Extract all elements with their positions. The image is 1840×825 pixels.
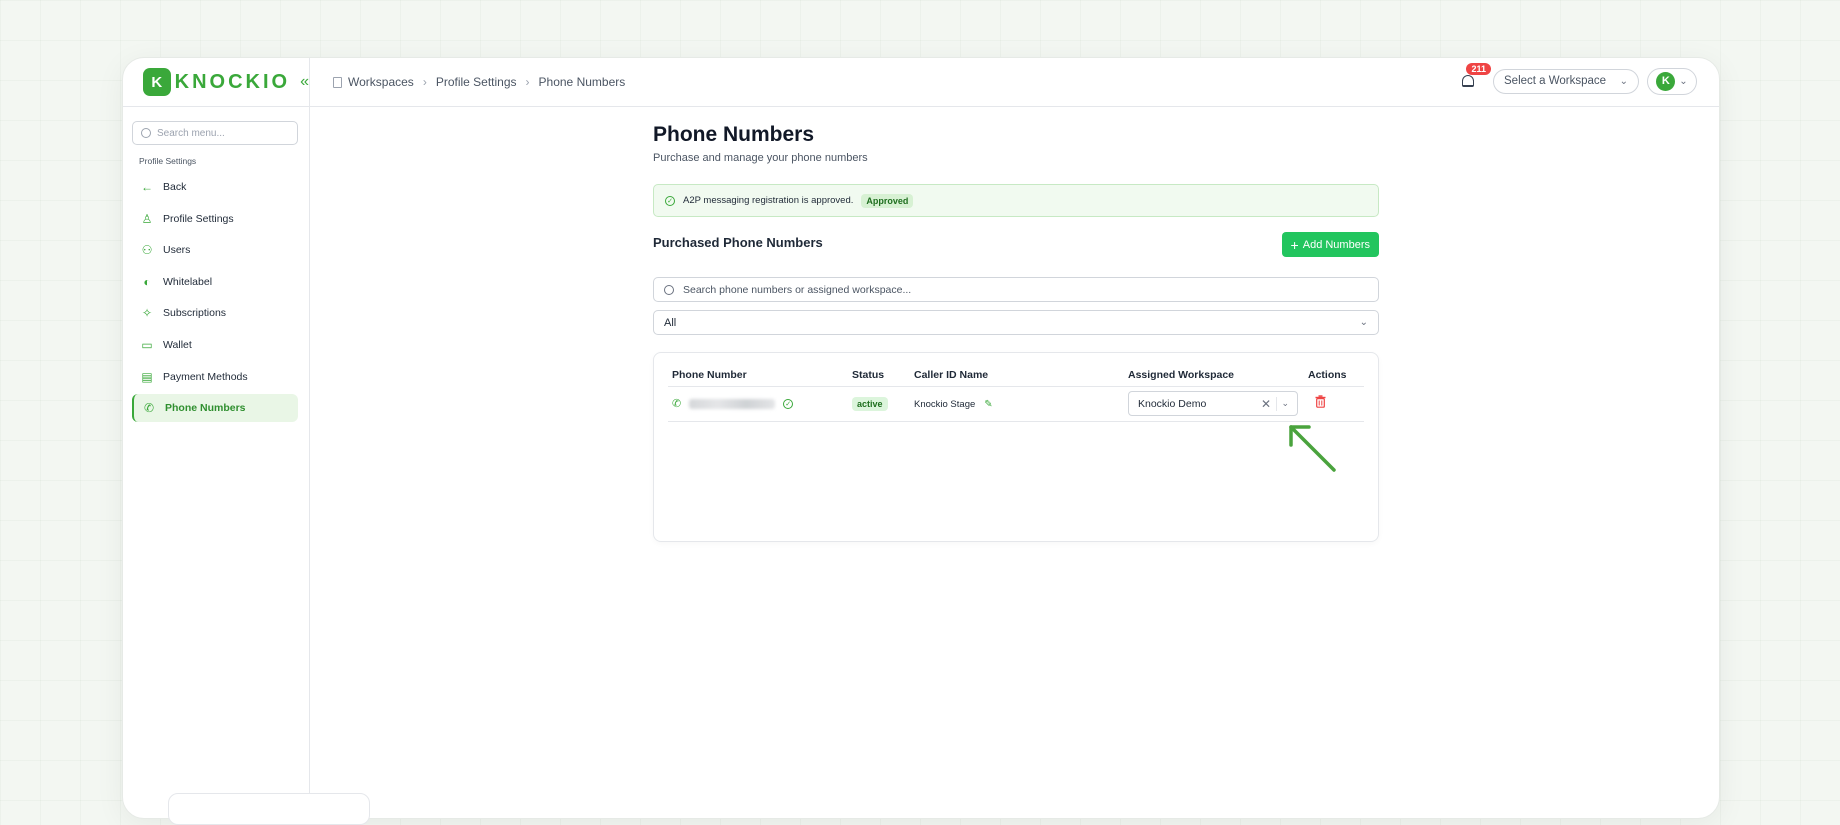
edit-pencil-icon[interactable]: ✎ [984, 399, 992, 410]
sidebar-divider [309, 58, 310, 818]
section-title: Purchased Phone Numbers [653, 235, 823, 250]
alert-text: A2P messaging registration is approved. [683, 195, 854, 206]
status-filter-select[interactable]: All ⌄ [653, 310, 1379, 335]
chevron-down-icon: ⌄ [1679, 75, 1688, 87]
phone-search-input[interactable]: Search phone numbers or assigned workspa… [653, 277, 1379, 302]
user-icon: ♙ [141, 211, 153, 226]
caller-id-name: Knockio Stage [914, 399, 976, 410]
column-header-caller-id: Caller ID Name [914, 369, 989, 381]
sidebar-item-label: Payment Methods [163, 370, 248, 383]
column-header-phone-number: Phone Number [672, 369, 747, 381]
sidebar-nav: ← Back ♙ Profile Settings ⚇ Users ◐ Whit… [132, 173, 298, 426]
sidebar-item-label: Profile Settings [163, 212, 234, 225]
logo-text: KNOCKIO [174, 70, 291, 93]
chevron-down-icon: ⌄ [1619, 75, 1628, 87]
check-circle-icon: ✓ [665, 195, 675, 206]
bell-icon [1462, 75, 1474, 87]
add-numbers-button[interactable]: + Add Numbers [1281, 232, 1379, 257]
page-subtitle: Purchase and manage your phone numbers [653, 152, 868, 164]
table-row: ✆ ✓ [672, 397, 801, 410]
breadcrumb: Workspaces › Profile Settings › Phone Nu… [333, 58, 625, 106]
filter-value: All [664, 316, 677, 329]
sidebar-item-label: Users [163, 244, 191, 257]
column-header-status: Status [852, 369, 885, 381]
column-header-assigned-workspace: Assigned Workspace [1128, 369, 1235, 381]
sidebar-item-label: Subscriptions [163, 307, 227, 320]
wallet-icon: ▭ [141, 337, 153, 352]
sidebar: Search menu... Profile Settings ← Back ♙… [123, 107, 309, 807]
header-divider [123, 106, 1719, 107]
column-header-actions: Actions [1308, 369, 1347, 381]
sidebar-item-back[interactable]: ← Back [132, 173, 298, 201]
breadcrumb-workspaces[interactable]: Workspaces [348, 75, 414, 89]
chevron-down-icon[interactable]: ⌄ [1281, 398, 1289, 409]
phone-icon: ✆ [143, 401, 155, 416]
sidebar-item-label: Wallet [163, 338, 192, 351]
assigned-workspace-value: Knockio Demo [1138, 397, 1207, 410]
avatar: K [1656, 71, 1676, 91]
page-title: Phone Numbers [653, 123, 815, 146]
caller-id-cell: Knockio Stage ✎ [914, 399, 993, 410]
chevron-right-icon: › [525, 75, 530, 89]
phone-icon: ✆ [672, 398, 682, 410]
brand: K KNOCKIO « [123, 58, 309, 106]
workspace-select[interactable]: Select a Workspace ⌄ [1493, 68, 1639, 94]
breadcrumb-profile-settings[interactable]: Profile Settings [436, 75, 517, 89]
sidebar-item-wallet[interactable]: ▭ Wallet [132, 331, 298, 359]
workspace-select-label: Select a Workspace [1504, 75, 1607, 87]
plus-icon: + [1290, 236, 1299, 253]
delete-trash-icon[interactable] [1315, 395, 1326, 408]
notification-badge: 211 [1466, 63, 1491, 75]
sidebar-item-subscriptions[interactable]: ✧ Subscriptions [132, 299, 298, 327]
palette-icon: ◐ [143, 274, 151, 289]
redacted-phone-number [689, 398, 776, 409]
logo-icon: K [143, 68, 171, 96]
header-actions: 211 Select a Workspace ⌄ K ⌄ [1455, 63, 1697, 95]
sidebar-search-input[interactable]: Search menu... [132, 121, 298, 145]
approved-badge: Approved [861, 193, 914, 208]
credit-card-icon: ▤ [141, 369, 153, 384]
header-divider [668, 386, 1364, 387]
bottom-popover [168, 793, 370, 825]
select-divider [1276, 397, 1277, 411]
sidebar-item-phone-numbers[interactable]: ✆ Phone Numbers [132, 394, 298, 423]
sidebar-item-profile-settings[interactable]: ♙ Profile Settings [132, 205, 298, 233]
phone-search-placeholder: Search phone numbers or assigned workspa… [683, 283, 912, 296]
status-badge: active [852, 397, 888, 411]
clear-icon[interactable]: ✕ [1261, 397, 1271, 411]
sidebar-item-label: Phone Numbers [165, 402, 246, 415]
arrow-left-icon: ← [141, 180, 153, 194]
search-icon [664, 284, 674, 295]
sidebar-section-label: Profile Settings [139, 156, 197, 166]
sparkles-icon: ✧ [141, 306, 153, 321]
sidebar-search-placeholder: Search menu... [157, 127, 225, 139]
annotation-arrow-icon [1289, 425, 1336, 472]
a2p-status-alert: ✓ A2P messaging registration is approved… [653, 184, 1379, 217]
search-icon [141, 128, 151, 138]
verified-check-icon: ✓ [783, 398, 794, 409]
sidebar-item-whitelabel[interactable]: ◐ Whitelabel [132, 268, 298, 296]
sidebar-item-payment-methods[interactable]: ▤ Payment Methods [132, 363, 298, 391]
chevron-down-icon: ⌄ [1359, 317, 1368, 328]
row-divider [668, 421, 1364, 422]
app-window: K KNOCKIO « Workspaces › Profile Setting… [122, 57, 1720, 819]
notifications-button[interactable]: 211 [1455, 63, 1491, 95]
chevron-right-icon: › [422, 75, 427, 89]
breadcrumb-phone-numbers: Phone Numbers [538, 75, 626, 89]
user-menu-button[interactable]: K ⌄ [1647, 67, 1697, 95]
phone-numbers-table: Phone Number Status Caller ID Name Assig… [653, 352, 1379, 542]
assigned-workspace-select[interactable]: Knockio Demo ✕ ⌄ [1128, 391, 1298, 416]
sidebar-item-users[interactable]: ⚇ Users [132, 236, 298, 264]
building-icon [333, 76, 342, 88]
collapse-sidebar-button[interactable]: « [300, 73, 309, 91]
add-numbers-label: Add Numbers [1302, 238, 1370, 251]
sidebar-item-label: Back [163, 181, 187, 193]
users-icon: ⚇ [141, 243, 153, 258]
sidebar-item-label: Whitelabel [163, 275, 213, 288]
